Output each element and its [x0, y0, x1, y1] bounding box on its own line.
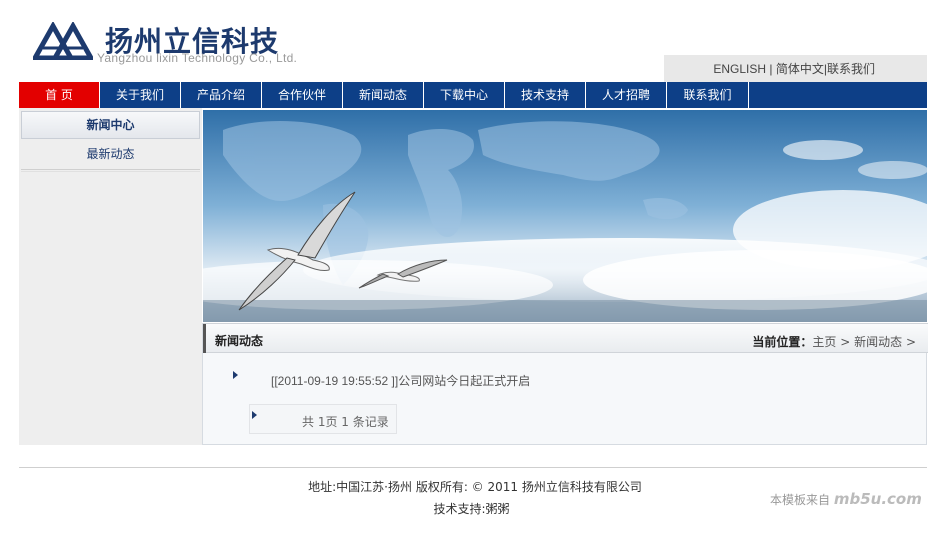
breadcrumb-separator: > — [840, 335, 855, 349]
footer-divider — [19, 467, 927, 468]
top-links: ENGLISH | 简体中文|联系我们 — [664, 55, 927, 82]
nav-item-careers[interactable]: 人才招聘 — [586, 82, 667, 108]
sidebar-item-latest-news[interactable]: 最新动态 — [21, 140, 200, 172]
breadcrumb-label: 当前位置： — [752, 335, 813, 349]
section-title: 新闻动态 — [215, 334, 264, 348]
breadcrumb: 当前位置：主页 > 新闻动态 > — [752, 333, 916, 350]
pagination: 共 1页 1 条记录 — [249, 404, 397, 434]
nav-item-products[interactable]: 产品介绍 — [181, 82, 262, 108]
section-header: 新闻动态 当前位置：主页 > 新闻动态 > — [203, 323, 928, 353]
template-watermark[interactable]: 本模板来自 mb5u.com — [770, 490, 922, 508]
breadcrumb-home[interactable]: 主页 — [812, 335, 836, 349]
breadcrumb-separator: > — [905, 335, 916, 349]
news-item-title[interactable]: [[2011-09-19 19:55:52 ]]公司网站今日起正式开启 — [271, 372, 530, 389]
nav-item-partners[interactable]: 合作伙伴 — [262, 82, 343, 108]
list-item[interactable]: [[2011-09-19 19:55:52 ]]公司网站今日起正式开启 — [233, 371, 793, 389]
bullet-arrow-icon — [233, 371, 238, 379]
nav-item-downloads[interactable]: 下载中心 — [424, 82, 505, 108]
nav-item-support[interactable]: 技术支持 — [505, 82, 586, 108]
nav-item-home[interactable]: 首 页 — [19, 82, 100, 108]
logo-company-name-en: Yangzhou lixin Technology Co., Ltd. — [97, 51, 298, 65]
bullet-arrow-icon — [252, 411, 257, 419]
breadcrumb-news[interactable]: 新闻动态 — [854, 335, 902, 349]
banner-image — [203, 110, 927, 322]
top-link-contact[interactable]: 联系我们 — [827, 62, 875, 76]
site-logo[interactable]: 扬州立信科技 Yangzhou lixin Technology Co., Lt… — [19, 0, 309, 70]
banner-sky-illustration — [203, 110, 927, 322]
header: 扬州立信科技 Yangzhou lixin Technology Co., Lt… — [0, 0, 950, 82]
watermark-prefix: 本模板来自 — [770, 493, 831, 507]
watermark-brand: mb5u.com — [833, 490, 922, 508]
top-link-divider: | — [769, 62, 773, 76]
top-link-simplified-chinese[interactable]: 简体中文 — [776, 62, 824, 76]
pagination-summary: 共 1页 1 条记录 — [302, 415, 389, 429]
sidebar: 新闻中心 最新动态 — [19, 108, 202, 445]
nav-item-contact[interactable]: 联系我们 — [667, 82, 749, 108]
sidebar-title: 新闻中心 — [21, 111, 200, 139]
main-nav: 首 页 关于我们 产品介绍 合作伙伴 新闻动态 下载中心 技术支持 人才招聘 联… — [19, 82, 927, 108]
nav-item-news[interactable]: 新闻动态 — [343, 82, 424, 108]
news-panel: 新闻动态 当前位置：主页 > 新闻动态 > [[2011-09-19 19:55… — [202, 323, 928, 445]
nav-item-about[interactable]: 关于我们 — [100, 82, 181, 108]
top-link-english[interactable]: ENGLISH — [713, 62, 766, 76]
logo-mark-icon — [33, 22, 93, 60]
